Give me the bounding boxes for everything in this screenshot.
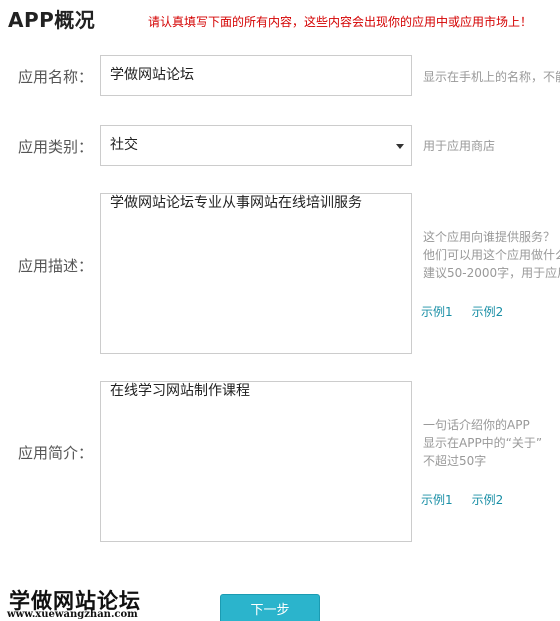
site-watermark-logo: 学做网站论坛 www.xuewangzhan.com xyxy=(7,585,155,621)
app-name-value: 学做网站论坛 xyxy=(110,67,194,83)
fill-notice: 请认真填写下面的所有内容，这些内容会出现你的应用中或应用市场上！ xyxy=(148,15,533,29)
page-title: APP概况 xyxy=(8,8,96,32)
app-category-hint: 用于应用商店 xyxy=(423,139,496,153)
dropdown-arrow-icon xyxy=(396,144,404,149)
app-description-examples: 示例1 示例2 xyxy=(421,303,522,320)
app-description-hint-1: 这个应用向谁提供服务？ xyxy=(423,230,556,244)
app-name-hint: 显示在手机上的名称，不能 xyxy=(423,70,560,84)
app-name-label: 应用名称： xyxy=(18,68,94,86)
logo-url: www.xuewangzhan.com xyxy=(7,609,138,620)
app-intro-value: 在线学习网站制作课程 xyxy=(110,383,250,399)
app-intro-hint-3: 不超过50字 xyxy=(423,454,487,468)
app-intro-textarea[interactable]: 在线学习网站制作课程 xyxy=(100,381,412,542)
app-intro-label: 应用简介： xyxy=(18,444,94,462)
intro-example-1-link[interactable]: 示例1 xyxy=(421,493,453,507)
intro-example-2-link[interactable]: 示例2 xyxy=(472,493,504,507)
app-name-input[interactable]: 学做网站论坛 xyxy=(100,55,412,96)
app-intro-hint-2: 显示在APP中的“关于” xyxy=(423,436,543,450)
app-category-label: 应用类别： xyxy=(18,138,94,156)
app-overview-page: APP概况 请认真填写下面的所有内容，这些内容会出现你的应用中或应用市场上！ 应… xyxy=(0,0,560,621)
app-intro-hint-1: 一句话介绍你的APP xyxy=(423,418,530,432)
description-example-1-link[interactable]: 示例1 xyxy=(421,305,453,319)
app-category-select[interactable]: 社交 xyxy=(100,125,412,166)
app-description-hint-2: 他们可以用这个应用做什么 xyxy=(423,248,560,262)
app-description-label: 应用描述： xyxy=(18,257,94,275)
app-intro-examples: 示例1 示例2 xyxy=(421,491,522,508)
next-step-button[interactable]: 下一步 xyxy=(220,594,320,621)
app-description-value: 学做网站论坛专业从事网站在线培训服务 xyxy=(110,195,362,211)
app-description-textarea[interactable]: 学做网站论坛专业从事网站在线培训服务 xyxy=(100,193,412,354)
app-description-hint-3: 建议50-2000字，用于应用 xyxy=(423,266,560,280)
app-category-value: 社交 xyxy=(110,137,138,153)
description-example-2-link[interactable]: 示例2 xyxy=(472,305,504,319)
